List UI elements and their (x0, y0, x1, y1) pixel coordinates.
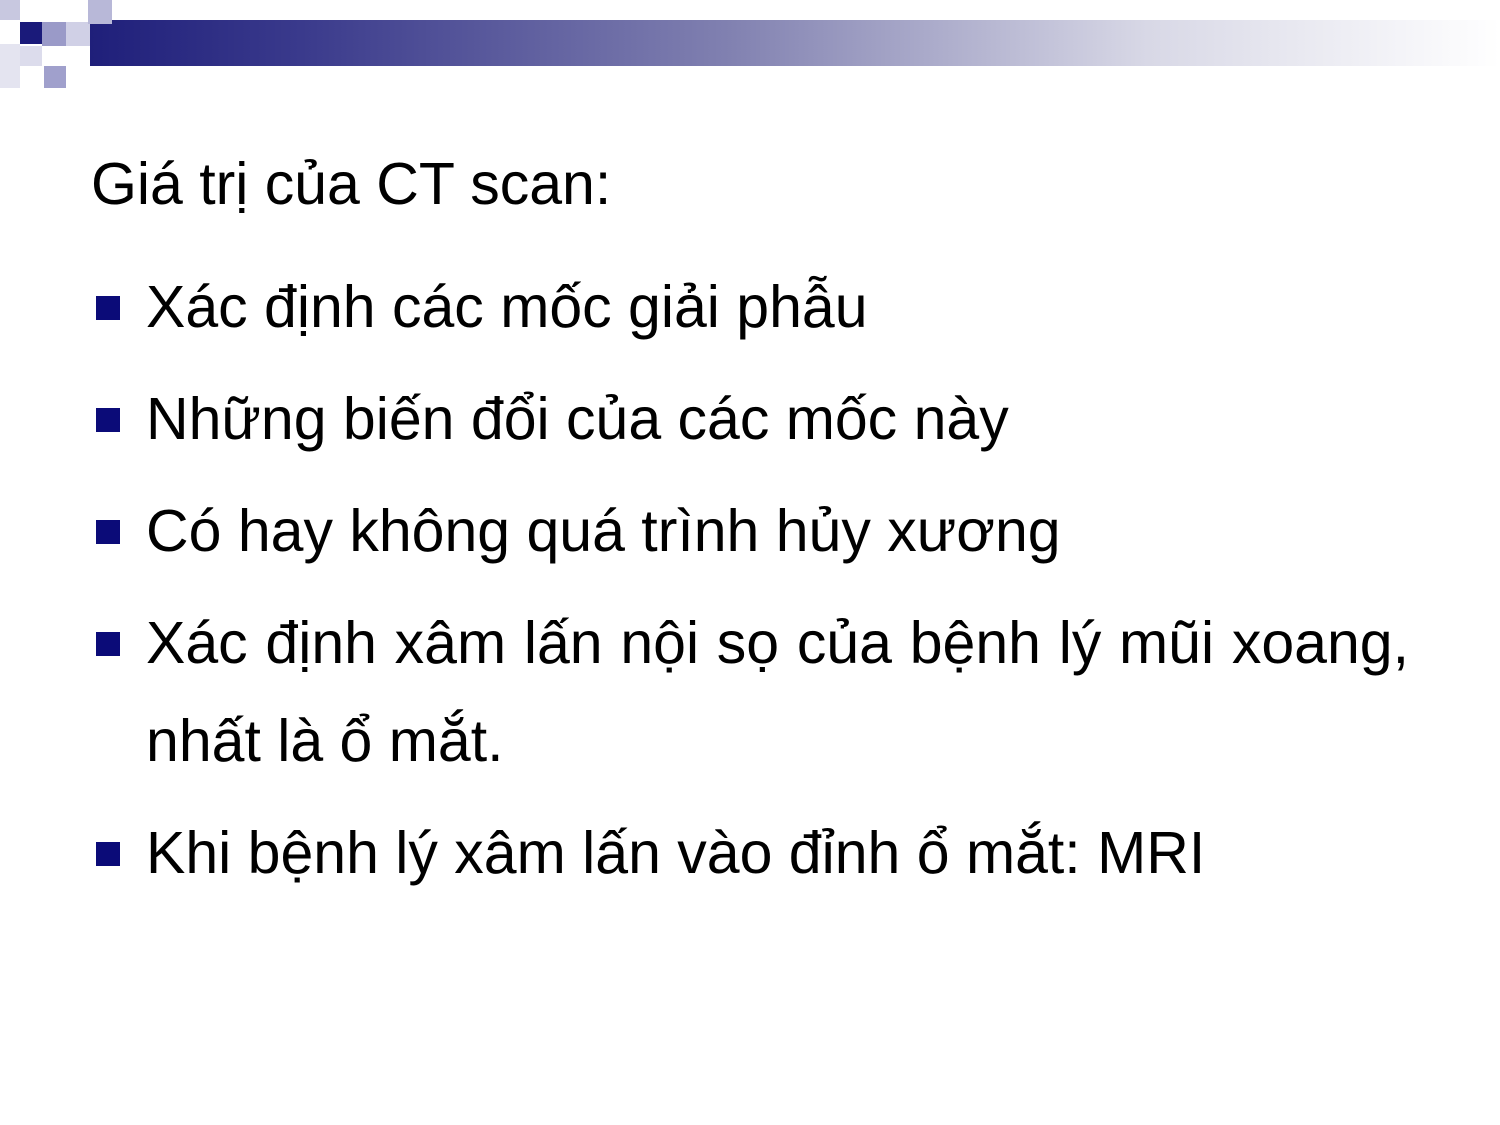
decorative-square (44, 66, 66, 88)
bullet-text: Những biến đổi của các mốc này (146, 386, 1009, 452)
bullet-text: Khi bệnh lý xâm lấn vào đỉnh ổ mắt: MRI (146, 820, 1206, 886)
square-bullet-icon (96, 520, 120, 544)
decorative-square (20, 22, 42, 44)
bullet-item: Có hay không quá trình hủy xương (91, 482, 1409, 580)
decorative-square (88, 0, 112, 24)
bullet-list: Xác định các mốc giải phẫu Những biến đổ… (91, 258, 1409, 916)
decorative-square (42, 22, 66, 46)
bullet-text: Có hay không quá trình hủy xương (146, 498, 1061, 564)
square-bullet-icon (96, 296, 120, 320)
header-gradient-bar (90, 20, 1500, 66)
square-bullet-icon (96, 408, 120, 432)
decorative-square (20, 46, 42, 66)
slide-title: Giá trị của CT scan: (91, 151, 612, 217)
decorative-square (66, 22, 90, 46)
bullet-item: Những biến đổi của các mốc này (91, 370, 1409, 468)
bullet-item: Xác định các mốc giải phẫu (91, 258, 1409, 356)
square-bullet-icon (96, 632, 120, 656)
bullet-text: Xác định các mốc giải phẫu (146, 274, 868, 340)
decorative-square (0, 44, 20, 88)
decorative-square (0, 0, 20, 20)
bullet-text: Xác định xâm lấn nội sọ của bệnh lý mũi … (146, 610, 1409, 774)
bullet-item: Khi bệnh lý xâm lấn vào đỉnh ổ mắt: MRI (91, 804, 1409, 902)
bullet-item: Xác định xâm lấn nội sọ của bệnh lý mũi … (91, 594, 1409, 790)
square-bullet-icon (96, 842, 120, 866)
